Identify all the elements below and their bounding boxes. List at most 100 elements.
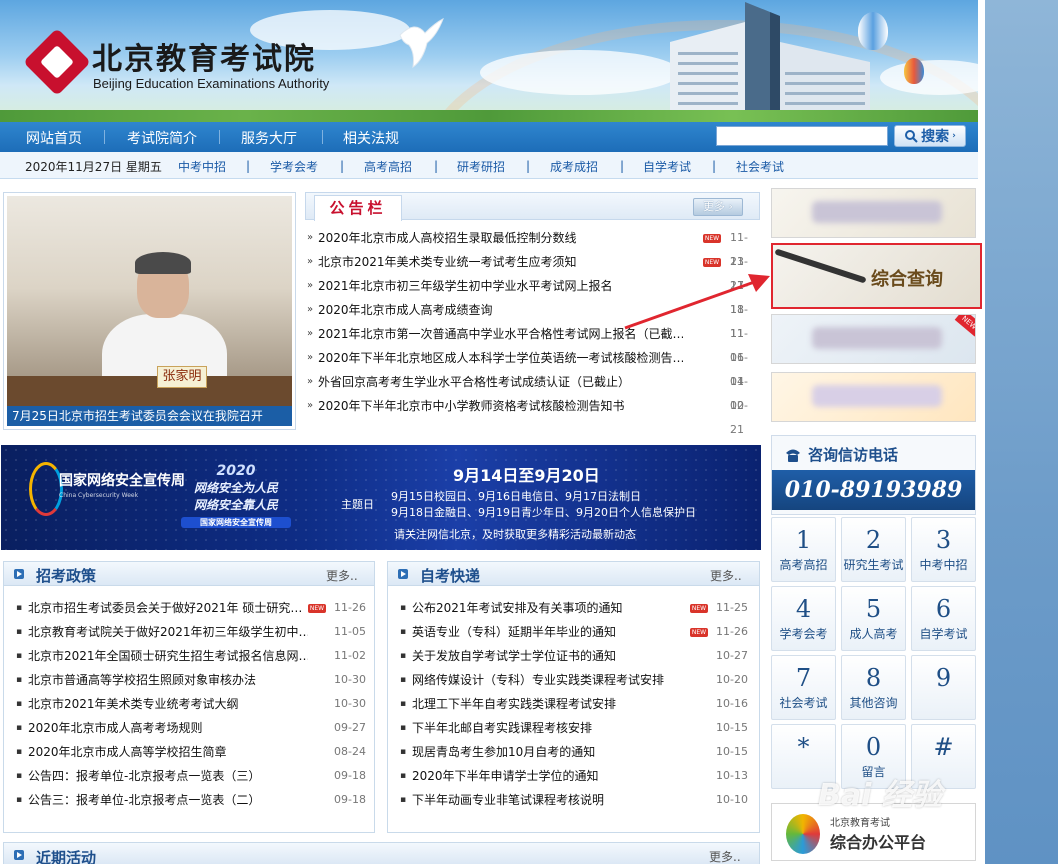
bulletin-title[interactable]: 公告栏 <box>314 195 402 221</box>
subnav-item[interactable]: 学考会考 <box>270 158 318 175</box>
list-item-title[interactable]: 2020年北京市成人高考成绩查询 <box>318 298 683 322</box>
list-item-title[interactable]: 公布2021年考试安排及有关事项的通知 <box>412 596 692 620</box>
list-item[interactable]: 公布2021年考试安排及有关事项的通知NEW 11-25 <box>400 596 755 620</box>
nav-home[interactable]: 网站首页 <box>26 128 82 148</box>
list-item-title[interactable]: 2020年北京市成人高校招生录取最低控制分数线 <box>318 226 683 250</box>
subnav-item[interactable]: 成考成招 <box>550 158 598 175</box>
news-photo[interactable]: 张家明 <box>7 196 292 426</box>
more-link[interactable]: 更多.. <box>709 848 741 864</box>
list-item[interactable]: » 北京市2021年美术类专业统一考试考生应考须知 NEW 11-27 <box>307 250 755 292</box>
quick-link-card[interactable]: NEW <box>771 314 976 364</box>
list-item[interactable]: 关于发放自学考试学士学位证书的通知 10-27 <box>400 644 755 668</box>
subnav-item[interactable]: 自学考试 <box>643 158 691 175</box>
news-photo-box[interactable]: 张家明 7月25日北京市招生考试委员会会议在我院召开 <box>3 192 296 430</box>
list-item[interactable]: 北京教育考试院关于做好2021年初三年级学生初中… 11-05 <box>16 620 371 644</box>
list-item[interactable]: 网络传媒设计（专科）专业实践类课程考试安排 10-20 <box>400 668 755 692</box>
list-item[interactable]: » 2020年北京市成人高考成绩查询 11-11 <box>307 298 755 340</box>
subnav-item[interactable]: 研考研招 <box>457 158 505 175</box>
list-item[interactable]: 北理工下半年自考实践类课程考试安排 10-16 <box>400 692 755 716</box>
subnav-item[interactable]: 高考高招 <box>364 158 412 175</box>
list-item[interactable]: 北京市2021年美术类专业统考考试大纲 10-30 <box>16 692 371 716</box>
list-item-title[interactable]: 2021年北京市第一次普通高中学业水平合格性考试网上报名（已截… <box>318 322 683 346</box>
search-input[interactable] <box>716 126 888 146</box>
list-item[interactable]: 2020年北京市成人高等学校招生简章 08-24 <box>16 740 371 764</box>
list-item-title[interactable]: 公告三：报考单位-北京报考点一览表（二） <box>28 788 308 812</box>
list-item[interactable]: 下半年北邮自考实践课程考核安排 10-15 <box>400 716 755 740</box>
list-item-title[interactable]: 北理工下半年自考实践类课程考试安排 <box>412 692 692 716</box>
list-item[interactable]: 2020年北京市成人高考考场规则 09-27 <box>16 716 371 740</box>
photo-caption[interactable]: 7月25日北京市招生考试委员会会议在我院召开 <box>7 406 292 426</box>
list-item-title[interactable]: 北京市普通高等学校招生照顾对象审核办法 <box>28 668 308 692</box>
list-item[interactable]: 公告三：报考单位-北京报考点一览表（二） 09-18 <box>16 788 371 812</box>
nav-service-hall[interactable]: 服务大厅 <box>241 128 297 148</box>
keypad-key[interactable]: 2 研究生考试 <box>841 517 906 582</box>
keypad-key[interactable]: 9 <box>911 655 976 720</box>
list-item[interactable]: » 2020年下半年北京市中小学教师资格考试核酸检测告知书 10-21 <box>307 394 755 436</box>
list-item-title[interactable]: 2020年北京市成人高考考场规则 <box>28 716 308 740</box>
list-item-title[interactable]: 北京市2021年美术类专业统一考试考生应考须知 <box>318 250 683 274</box>
keypad-key[interactable]: * <box>771 724 836 789</box>
list-item-title[interactable]: 公告四：报考单位-北京报考点一览表（三） <box>28 764 308 788</box>
keypad-key[interactable]: 6 自学考试 <box>911 586 976 651</box>
quick-link-card[interactable] <box>771 372 976 422</box>
quick-link-card[interactable] <box>771 188 976 238</box>
list-item-title[interactable]: 2021年北京市初三年级学生初中学业水平考试网上报名 <box>318 274 683 298</box>
office-platform-link[interactable]: 北京教育考试 综合办公平台 <box>771 803 976 861</box>
box-title[interactable]: 自考快递 <box>420 565 480 586</box>
logo-icon[interactable] <box>23 28 91 96</box>
list-item[interactable]: » 2020年北京市成人高校招生录取最低控制分数线 NEW 11-23 <box>307 226 755 268</box>
list-item-title[interactable]: 2020年北京市成人高等学校招生简章 <box>28 740 308 764</box>
list-item-title[interactable]: 网络传媒设计（专科）专业实践类课程考试安排 <box>412 668 692 692</box>
list-item-title[interactable]: 北京市招生考试委员会关于做好2021年 硕士研究… <box>28 596 308 620</box>
search-button[interactable]: 搜索 › <box>894 125 966 147</box>
comprehensive-query-card[interactable]: 综合查询 <box>771 243 982 309</box>
arrow-bullet-icon <box>398 569 408 579</box>
keypad-key[interactable]: 0 留言 <box>841 724 906 789</box>
list-item[interactable]: » 2020年下半年北京地区成人本科学士学位英语统一考试核酸检测告… 11-04 <box>307 346 755 388</box>
list-item-title[interactable]: 2020年下半年申请学士学位的通知 <box>412 764 692 788</box>
keypad-key[interactable]: 7 社会考试 <box>771 655 836 720</box>
keypad-key[interactable]: 3 中考中招 <box>911 517 976 582</box>
list-item[interactable]: 英语专业（专科）延期半年毕业的通知NEW 11-26 <box>400 620 755 644</box>
list-item[interactable]: 北京市2021年全国硕士研究生招生考试报名信息网… 11-02 <box>16 644 371 668</box>
list-item-title[interactable]: 英语专业（专科）延期半年毕业的通知 <box>412 620 692 644</box>
list-item[interactable]: » 2021年北京市第一次普通高中学业水平合格性考试网上报名（已截… 11-06 <box>307 322 755 364</box>
list-item-title[interactable]: 2020年下半年北京市中小学教师资格考试核酸检测告知书 <box>318 394 683 418</box>
list-item-title[interactable]: 外省回京高考考生学业水平合格性考试成绩认证（已截止） <box>318 370 683 394</box>
keypad-key[interactable]: 1 高考高招 <box>771 517 836 582</box>
keypad-key[interactable]: 8 其他咨询 <box>841 655 906 720</box>
box-title[interactable]: 近期活动 <box>36 847 96 864</box>
list-item[interactable]: 现居青岛考生参加10月自考的通知 10-15 <box>400 740 755 764</box>
list-item[interactable]: » 2021年北京市初三年级学生初中学业水平考试网上报名 11-18 <box>307 274 755 316</box>
keypad-key[interactable]: 5 成人高考 <box>841 586 906 651</box>
subnav-divider: | <box>434 159 439 173</box>
list-item-title[interactable]: 2020年下半年北京地区成人本科学士学位英语统一考试核酸检测告… <box>318 346 683 370</box>
box-title[interactable]: 招考政策 <box>36 565 96 586</box>
subnav-item[interactable]: 社会考试 <box>736 158 784 175</box>
cybersecurity-week-banner[interactable]: 国家网络安全宣传周 China Cybersecurity Week 2020 … <box>1 445 761 550</box>
list-item-title[interactable]: 下半年北邮自考实践课程考核安排 <box>412 716 692 740</box>
keypad-digit: # <box>933 733 954 761</box>
nav-about[interactable]: 考试院简介 <box>127 128 197 148</box>
list-item-title[interactable]: 北京市2021年美术类专业统考考试大纲 <box>28 692 308 716</box>
list-item[interactable]: » 外省回京高考考生学业水平合格性考试成绩认证（已截止） 11-02 <box>307 370 755 412</box>
list-item-title[interactable]: 下半年动画专业非笔试课程考核说明 <box>412 788 692 812</box>
more-link[interactable]: 更多.. <box>326 567 358 584</box>
list-item-title[interactable]: 北京市2021年全国硕士研究生招生考试报名信息网… <box>28 644 308 668</box>
list-item[interactable]: 下半年动画专业非笔试课程考核说明 10-10 <box>400 788 755 812</box>
bulletin-more-button[interactable]: 更多 › <box>693 198 743 216</box>
list-item[interactable]: 北京市普通高等学校招生照顾对象审核办法 10-30 <box>16 668 371 692</box>
keypad-key[interactable]: 4 学考会考 <box>771 586 836 651</box>
keypad-key[interactable]: # <box>911 724 976 789</box>
list-item-title[interactable]: 北京教育考试院关于做好2021年初三年级学生初中… <box>28 620 308 644</box>
list-item[interactable]: 2020年下半年申请学士学位的通知 10-13 <box>400 764 755 788</box>
hotline-number: 010-89193989 <box>772 470 975 510</box>
list-item[interactable]: 北京市招生考试委员会关于做好2021年 硕士研究…NEW 11-26 <box>16 596 371 620</box>
site-logo-title[interactable]: 北京教育考试院 <box>92 34 316 78</box>
list-item-title[interactable]: 现居青岛考生参加10月自考的通知 <box>412 740 692 764</box>
nav-regulations[interactable]: 相关法规 <box>343 128 399 148</box>
more-link[interactable]: 更多.. <box>710 567 742 584</box>
list-item-title[interactable]: 关于发放自学考试学士学位证书的通知 <box>412 644 692 668</box>
list-item[interactable]: 公告四：报考单位-北京报考点一览表（三） 09-18 <box>16 764 371 788</box>
subnav-item[interactable]: 中考中招 <box>178 158 226 175</box>
